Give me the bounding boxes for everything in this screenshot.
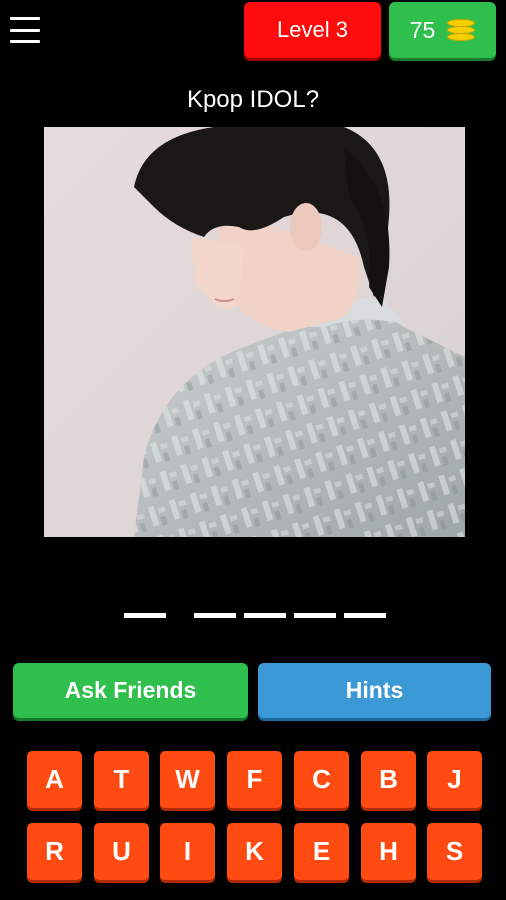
hints-button[interactable]: Hints xyxy=(258,663,491,718)
ask-friends-button[interactable]: Ask Friends xyxy=(13,663,248,718)
letter-key[interactable]: F xyxy=(227,751,282,808)
answer-slot xyxy=(344,613,386,618)
question-text: Kpop IDOL? xyxy=(186,86,320,113)
letter-key[interactable]: S xyxy=(427,823,482,880)
letter-key[interactable]: A xyxy=(27,751,82,808)
coins-badge[interactable]: 75 xyxy=(389,2,496,58)
menu-icon[interactable] xyxy=(10,17,40,43)
letter-key[interactable]: B xyxy=(361,751,416,808)
answer-slot xyxy=(194,613,236,618)
letter-key[interactable]: K xyxy=(227,823,282,880)
letter-key[interactable]: U xyxy=(94,823,149,880)
level-label: Level 3 xyxy=(277,17,348,42)
letter-key[interactable]: E xyxy=(294,823,349,880)
hints-label: Hints xyxy=(345,677,404,703)
letter-key[interactable]: R xyxy=(27,823,82,880)
level-badge: Level 3 xyxy=(244,2,381,58)
coins-icon xyxy=(447,19,476,41)
answer-slot xyxy=(294,613,336,618)
ask-friends-label: Ask Friends xyxy=(64,677,197,703)
letter-key[interactable]: I xyxy=(160,823,215,880)
answer-slot xyxy=(244,613,286,618)
idol-photo xyxy=(44,127,465,537)
answer-slots xyxy=(0,613,506,621)
letter-key[interactable]: H xyxy=(361,823,416,880)
letter-key[interactable]: T xyxy=(94,751,149,808)
answer-slot xyxy=(124,613,166,618)
letter-key[interactable]: W xyxy=(160,751,215,808)
coins-count: 75 xyxy=(409,16,436,43)
letter-key[interactable]: J xyxy=(427,751,482,808)
letter-key[interactable]: C xyxy=(294,751,349,808)
